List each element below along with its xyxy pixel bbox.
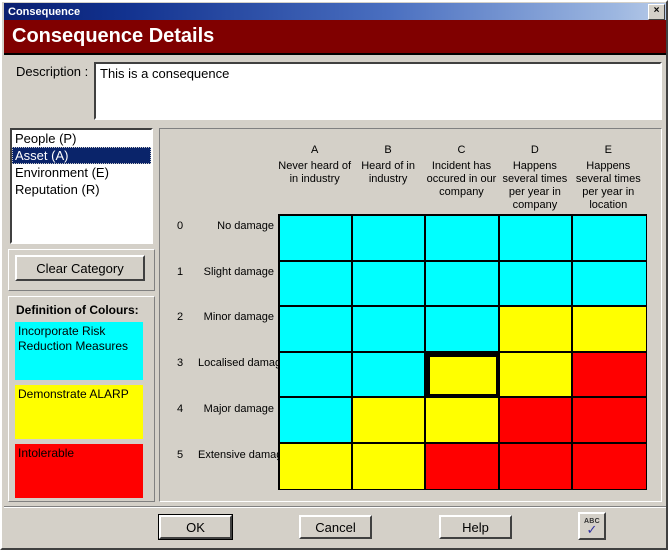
title-bar: Consequence × bbox=[4, 3, 666, 20]
category-listbox[interactable]: People (P) Asset (A) Environment (E) Reputa… bbox=[10, 128, 153, 244]
matrix-cell[interactable] bbox=[280, 352, 354, 398]
matrix-column-letter: C bbox=[457, 144, 466, 156]
risk-matrix-grid[interactable] bbox=[278, 214, 647, 490]
matrix-column-letter: D bbox=[530, 144, 539, 156]
legend-title: Definition of Colours: bbox=[16, 303, 139, 317]
close-icon[interactable]: × bbox=[648, 4, 665, 20]
window-title: Consequence bbox=[8, 5, 81, 18]
matrix-cell[interactable] bbox=[426, 307, 500, 353]
matrix-row-number: 1 bbox=[177, 265, 184, 278]
matrix-cell[interactable] bbox=[353, 352, 427, 398]
legend-swatch-incorporate-risk: Incorporate Risk Reduction Measures bbox=[15, 322, 143, 380]
matrix-cell[interactable] bbox=[499, 261, 573, 307]
description-label: Description : bbox=[16, 64, 89, 79]
matrix-cell[interactable] bbox=[426, 216, 500, 262]
matrix-cell[interactable] bbox=[280, 443, 354, 489]
matrix-cell[interactable] bbox=[499, 398, 573, 444]
matrix-cell[interactable] bbox=[426, 443, 500, 489]
page-header: Consequence Details bbox=[4, 20, 666, 55]
matrix-row-number: 4 bbox=[177, 402, 184, 415]
matrix-cell[interactable] bbox=[426, 398, 500, 444]
matrix-cell[interactable] bbox=[353, 307, 427, 353]
matrix-cell[interactable] bbox=[280, 398, 354, 444]
matrix-cell[interactable] bbox=[572, 443, 646, 489]
clear-category-button[interactable]: Clear Category bbox=[15, 255, 145, 281]
matrix-row-label: Localised damage bbox=[198, 357, 288, 370]
matrix-row-number: 0 bbox=[177, 220, 184, 232]
matrix-cell[interactable] bbox=[572, 216, 646, 262]
matrix-cell[interactable] bbox=[353, 216, 427, 262]
matrix-column-letter: E bbox=[604, 144, 612, 156]
category-list-item[interactable]: Environment (E) bbox=[12, 164, 151, 181]
matrix-column-description: Happens several times per year in compan… bbox=[502, 160, 568, 211]
matrix-row-label: Extensive damage bbox=[198, 448, 289, 461]
description-input[interactable]: This is a consequence bbox=[94, 62, 662, 120]
matrix-column-header: A Never heard of in industry bbox=[275, 144, 355, 186]
matrix-cell[interactable] bbox=[280, 307, 354, 353]
matrix-cell[interactable] bbox=[353, 261, 427, 307]
matrix-column-header: B Heard of in industry bbox=[348, 144, 428, 186]
legend-swatch-intolerable: Intolerable bbox=[15, 444, 143, 498]
matrix-row-label: No damage bbox=[217, 220, 274, 232]
matrix-column-description: Never heard of in industry bbox=[278, 160, 352, 185]
matrix-cell[interactable] bbox=[572, 398, 646, 444]
matrix-column-letter: B bbox=[384, 144, 392, 156]
category-list-item[interactable]: Reputation (R) bbox=[12, 181, 151, 198]
spellcheck-button[interactable]: ABC ✓ bbox=[578, 512, 606, 540]
category-list-item[interactable]: Asset (A) bbox=[12, 147, 151, 164]
matrix-cell[interactable] bbox=[499, 307, 573, 353]
matrix-cell[interactable] bbox=[499, 443, 573, 489]
matrix-column-header: D Happens several times per year in compa… bbox=[495, 144, 575, 212]
matrix-cell[interactable] bbox=[353, 443, 427, 489]
matrix-row-number: 3 bbox=[177, 357, 184, 370]
legend-swatch-alarp: Demonstrate ALARP bbox=[15, 385, 143, 439]
matrix-row-label: Slight damage bbox=[203, 265, 274, 278]
matrix-column-description: Heard of in industry bbox=[361, 160, 415, 185]
matrix-row-label: Major damage bbox=[203, 402, 274, 415]
matrix-column-header: C Incident has occured in our company bbox=[422, 144, 502, 199]
matrix-column-description: Happens several times per year in locati… bbox=[575, 160, 641, 211]
matrix-column-letter: A bbox=[311, 144, 319, 156]
matrix-column-header: E Happens several times per year in locat… bbox=[568, 144, 648, 212]
matrix-cell[interactable] bbox=[280, 216, 354, 262]
matrix-cell[interactable] bbox=[572, 261, 646, 307]
checkmark-icon: ✓ bbox=[586, 522, 598, 537]
footer-divider bbox=[4, 506, 666, 508]
page-title: Consequence Details bbox=[12, 25, 215, 47]
matrix-cell[interactable] bbox=[280, 261, 354, 307]
matrix-cell[interactable] bbox=[572, 352, 646, 398]
matrix-row-label: Minor damage bbox=[203, 311, 274, 324]
help-button[interactable]: Help bbox=[439, 515, 512, 539]
matrix-cell[interactable] bbox=[572, 307, 646, 353]
cancel-button[interactable]: Cancel bbox=[299, 515, 372, 539]
matrix-row-number: 2 bbox=[177, 311, 184, 324]
matrix-column-description: Incident has occured in our company bbox=[426, 160, 497, 198]
matrix-cell-selected[interactable] bbox=[426, 352, 500, 398]
description-value: This is a consequence bbox=[100, 66, 230, 81]
matrix-cell[interactable] bbox=[499, 352, 573, 398]
matrix-cell[interactable] bbox=[426, 261, 500, 307]
consequence-dialog: Consequence × Consequence Details Descri… bbox=[0, 0, 668, 550]
matrix-cell[interactable] bbox=[353, 398, 427, 444]
category-list-item[interactable]: People (P) bbox=[12, 130, 151, 147]
matrix-cell[interactable] bbox=[499, 216, 573, 262]
ok-button[interactable]: OK bbox=[158, 514, 233, 540]
matrix-row-number: 5 bbox=[177, 448, 184, 461]
